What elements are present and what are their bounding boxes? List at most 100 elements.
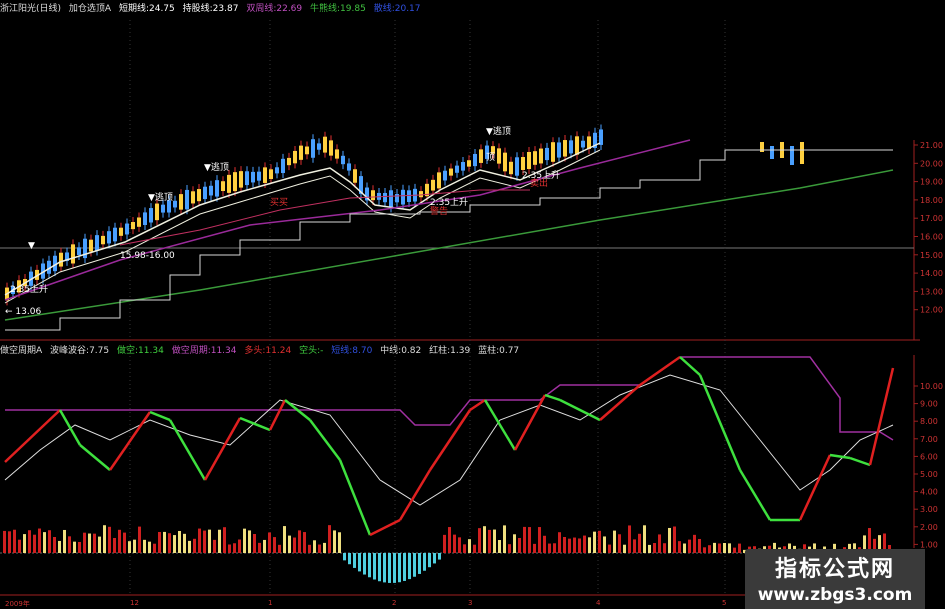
histogram-bar xyxy=(648,544,651,553)
histogram-bar xyxy=(208,529,211,553)
candle-body xyxy=(293,150,297,164)
histogram-bar xyxy=(118,529,121,553)
histogram-bar xyxy=(63,529,66,553)
histogram-bar xyxy=(78,541,81,553)
k-line-segment xyxy=(639,355,681,387)
histogram-bar xyxy=(8,531,11,553)
histogram-bar xyxy=(488,529,491,553)
candle-body xyxy=(335,149,339,159)
histogram-bar xyxy=(633,539,636,553)
histogram-bar-neg xyxy=(393,553,396,583)
histogram-bar xyxy=(18,539,21,553)
price-tick-label: 12.00 xyxy=(920,306,943,315)
histogram-bar xyxy=(663,543,666,553)
candle-body xyxy=(227,174,231,193)
candle-body xyxy=(317,143,321,150)
k-line-segment xyxy=(829,453,851,460)
k-line-segment xyxy=(679,356,701,376)
k-line-segment xyxy=(428,409,472,471)
histogram-bar-neg xyxy=(438,553,441,560)
histogram-bar xyxy=(708,545,711,553)
candle-body xyxy=(770,146,774,159)
candle-body xyxy=(173,200,177,208)
histogram-bar xyxy=(718,543,721,553)
histogram-bar xyxy=(518,537,521,553)
rise-label-1: 2.35上升 xyxy=(10,284,48,295)
price-tick-label: 16.00 xyxy=(920,233,943,242)
histogram-bar xyxy=(188,540,191,553)
histogram-bar xyxy=(273,537,276,553)
histogram-bar xyxy=(318,544,321,553)
histogram-bar-neg xyxy=(408,553,411,580)
histogram-bar xyxy=(638,533,641,553)
histogram-bar-neg xyxy=(433,553,436,564)
candle-body xyxy=(269,169,273,180)
ind-tick-label: 4.00 xyxy=(920,488,938,497)
histogram-bar xyxy=(618,534,621,553)
price-pane[interactable] xyxy=(4,124,894,331)
histogram-bar xyxy=(558,532,561,553)
candle-body xyxy=(389,190,393,208)
histogram-bar xyxy=(728,543,731,553)
histogram-bar xyxy=(278,544,281,553)
k-line-segment xyxy=(168,419,207,481)
candle-body xyxy=(131,222,135,230)
histogram-bar xyxy=(223,527,226,553)
histogram-bar xyxy=(468,539,471,553)
histogram-bar xyxy=(543,535,546,553)
histogram-bar xyxy=(158,531,161,553)
candle-body xyxy=(575,136,579,155)
ind-tick-label: 3.00 xyxy=(920,505,938,514)
histogram-bar xyxy=(128,541,131,553)
histogram-bar xyxy=(613,530,616,553)
candle-body xyxy=(71,244,75,264)
ind-tick-label: 7.00 xyxy=(920,435,938,444)
histogram-bar xyxy=(303,532,306,553)
histogram-bar xyxy=(563,536,566,553)
candle-body xyxy=(215,180,219,197)
candle-body xyxy=(197,189,201,202)
histogram-bar xyxy=(553,543,556,553)
candle-body xyxy=(209,185,213,196)
date-label: 1 xyxy=(268,599,273,607)
candle-body xyxy=(125,223,129,235)
histogram-bar xyxy=(218,529,221,553)
candle-body xyxy=(449,168,453,176)
price-tick-label: 21.00 xyxy=(920,141,943,150)
histogram-bar xyxy=(548,543,551,553)
candle-body xyxy=(443,170,447,181)
histogram-bar xyxy=(138,526,141,553)
histogram-bar xyxy=(178,530,181,553)
k-line-segment xyxy=(849,456,871,467)
date-label: 3 xyxy=(468,599,473,607)
site-watermark: 指标公式网 www.zbgs3.com xyxy=(745,549,925,609)
histogram-bar xyxy=(103,525,106,553)
histogram-bar xyxy=(578,538,581,553)
histogram-bar xyxy=(693,534,696,553)
candle-body xyxy=(581,140,585,148)
top-marker-3: ▼逃顶 xyxy=(486,125,511,137)
histogram-bar xyxy=(498,540,501,553)
histogram-bar xyxy=(3,530,6,553)
date-label: 12 xyxy=(130,599,139,607)
histogram-bar xyxy=(263,539,266,553)
candle-body xyxy=(467,160,471,167)
histogram-bar xyxy=(533,543,536,553)
histogram-bar xyxy=(73,541,76,553)
histogram-bar xyxy=(173,535,176,553)
candle-body xyxy=(185,189,189,210)
histogram-bar-neg xyxy=(398,553,401,583)
candle-body xyxy=(383,192,387,203)
candle-body xyxy=(101,235,105,245)
histogram-bar xyxy=(538,527,541,553)
histogram-bar xyxy=(603,536,606,553)
histogram-bar xyxy=(493,529,496,553)
histogram-bar xyxy=(113,537,116,553)
top-marker-1: ▼逃顶 xyxy=(148,191,173,203)
stock-chart-canvas[interactable]: 21.0020.0019.0018.0017.0016.0015.0014.00… xyxy=(0,0,945,609)
candle-body xyxy=(347,163,351,171)
low-label: ← 13.06 xyxy=(5,307,41,317)
histogram-bar-neg xyxy=(363,553,366,575)
k-line-segment xyxy=(203,417,242,481)
histogram-bar xyxy=(43,532,46,553)
